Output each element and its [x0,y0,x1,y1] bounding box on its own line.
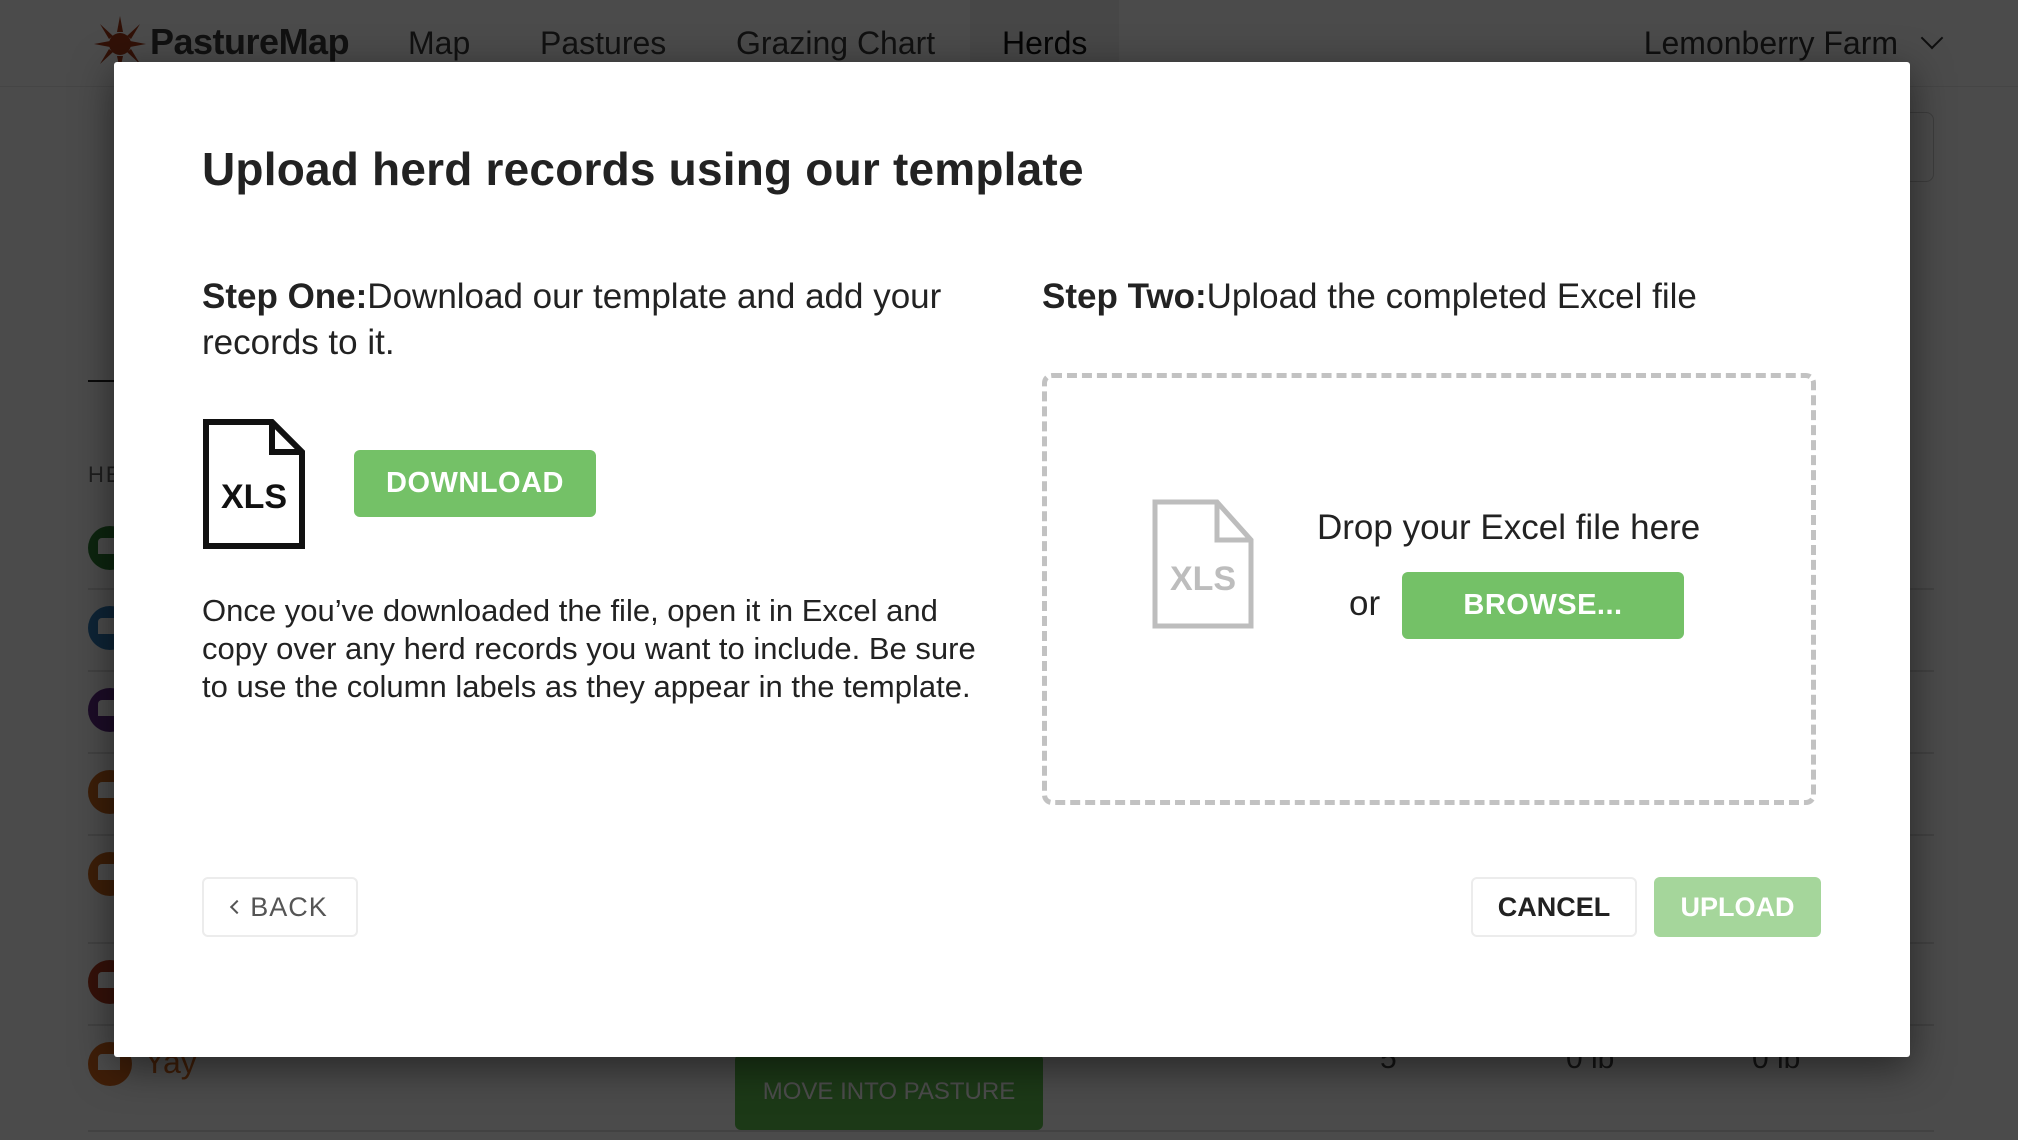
xls-icon-label: XLS [1170,560,1236,598]
download-template-button[interactable]: DOWNLOAD [354,450,596,517]
xls-file-icon: XLS [203,419,305,549]
xls-file-icon: XLS [1152,499,1254,629]
or-text: or [1349,584,1381,623]
step-two-description: Upload the completed Excel file [1206,277,1697,316]
download-instructions: Once you’ve downloaded the file, open it… [202,593,976,704]
chevron-left-icon [230,899,245,915]
step-two-label: Step Two: [1042,277,1207,316]
modal-title: Upload herd records using our template [202,143,1084,195]
drop-file-text: Drop your Excel file here [1317,508,1701,547]
step-one-label: Step One: [202,277,368,316]
file-drop-zone[interactable]: XLS Drop your Excel file here or BROWSE.… [1042,373,1816,805]
xls-icon-label: XLS [221,478,287,516]
back-button[interactable]: BACK [202,877,358,937]
back-button-label: BACK [250,891,328,922]
upload-herd-records-modal: Upload herd records using our template S… [114,62,1910,1057]
cancel-button[interactable]: CANCEL [1471,877,1637,937]
browse-files-button[interactable]: BROWSE... [1402,572,1684,639]
step-two-text: Step Two:Upload the completed Excel file [1042,274,1842,320]
upload-button[interactable]: UPLOAD [1654,877,1821,937]
step-one-text: Step One:Download our template and add y… [202,274,982,366]
